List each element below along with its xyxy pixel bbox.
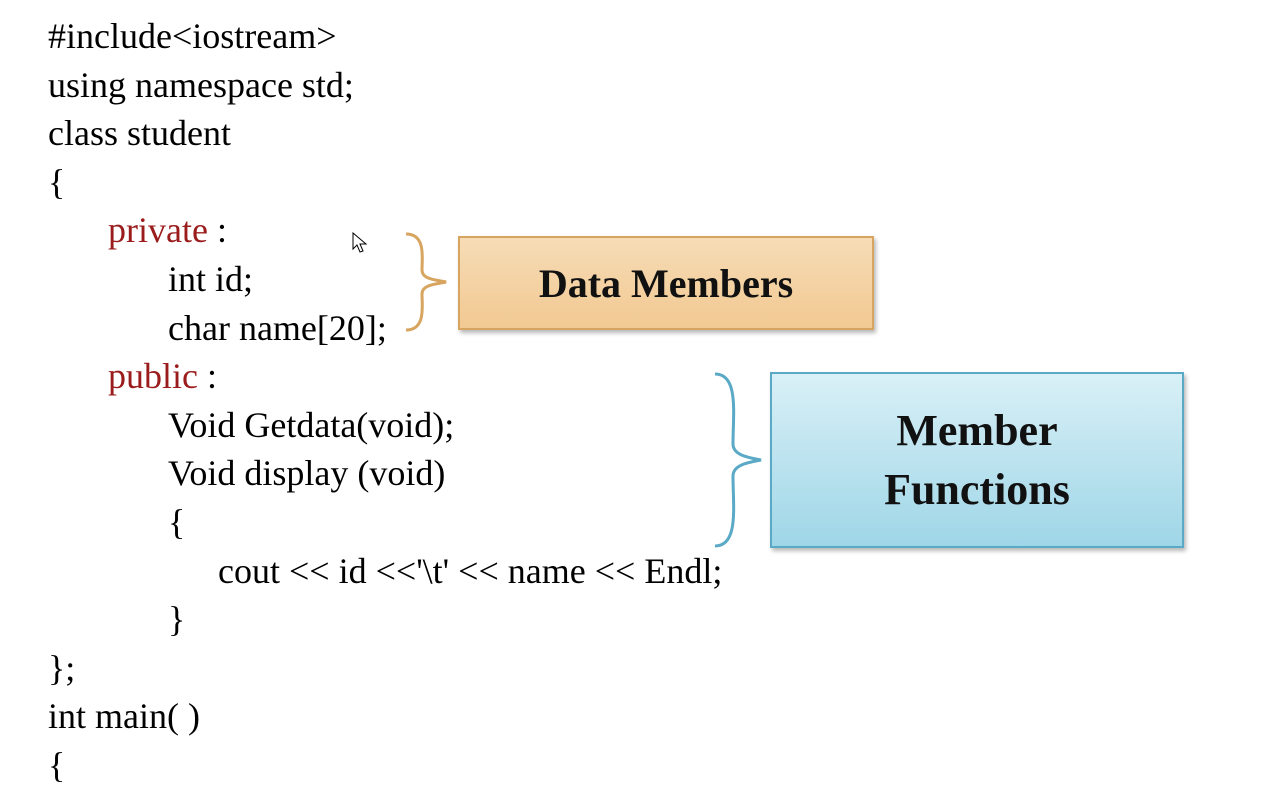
code-line: class student [48,109,722,158]
code-line: cout << id <<'\t' << name << Endl; [48,547,722,596]
mouse-cursor-icon [352,232,368,254]
code-line: { [48,741,722,790]
code-line: Void display (void) [48,449,722,498]
brace-member-functions [705,368,767,552]
code-line: using namespace std; [48,61,722,110]
code-line: { [48,158,722,207]
code-line: } [48,595,722,644]
code-line: }; [48,644,722,693]
code-line: public : [48,352,722,401]
label-data-members-box: Data Members [458,236,874,330]
code-line: Void Getdata(void); [48,401,722,450]
label-member-functions: Member Functions [884,401,1070,520]
keyword-private: private [108,210,208,250]
code-line: { [48,498,722,547]
code-line: int main( ) [48,692,722,741]
brace-data-members [398,230,454,334]
keyword-public: public [108,356,198,396]
code-block: #include<iostream> using namespace std; … [48,12,722,790]
code-line: #include<iostream> [48,12,722,61]
label-member-functions-box: Member Functions [770,372,1184,548]
label-data-members: Data Members [539,260,793,307]
